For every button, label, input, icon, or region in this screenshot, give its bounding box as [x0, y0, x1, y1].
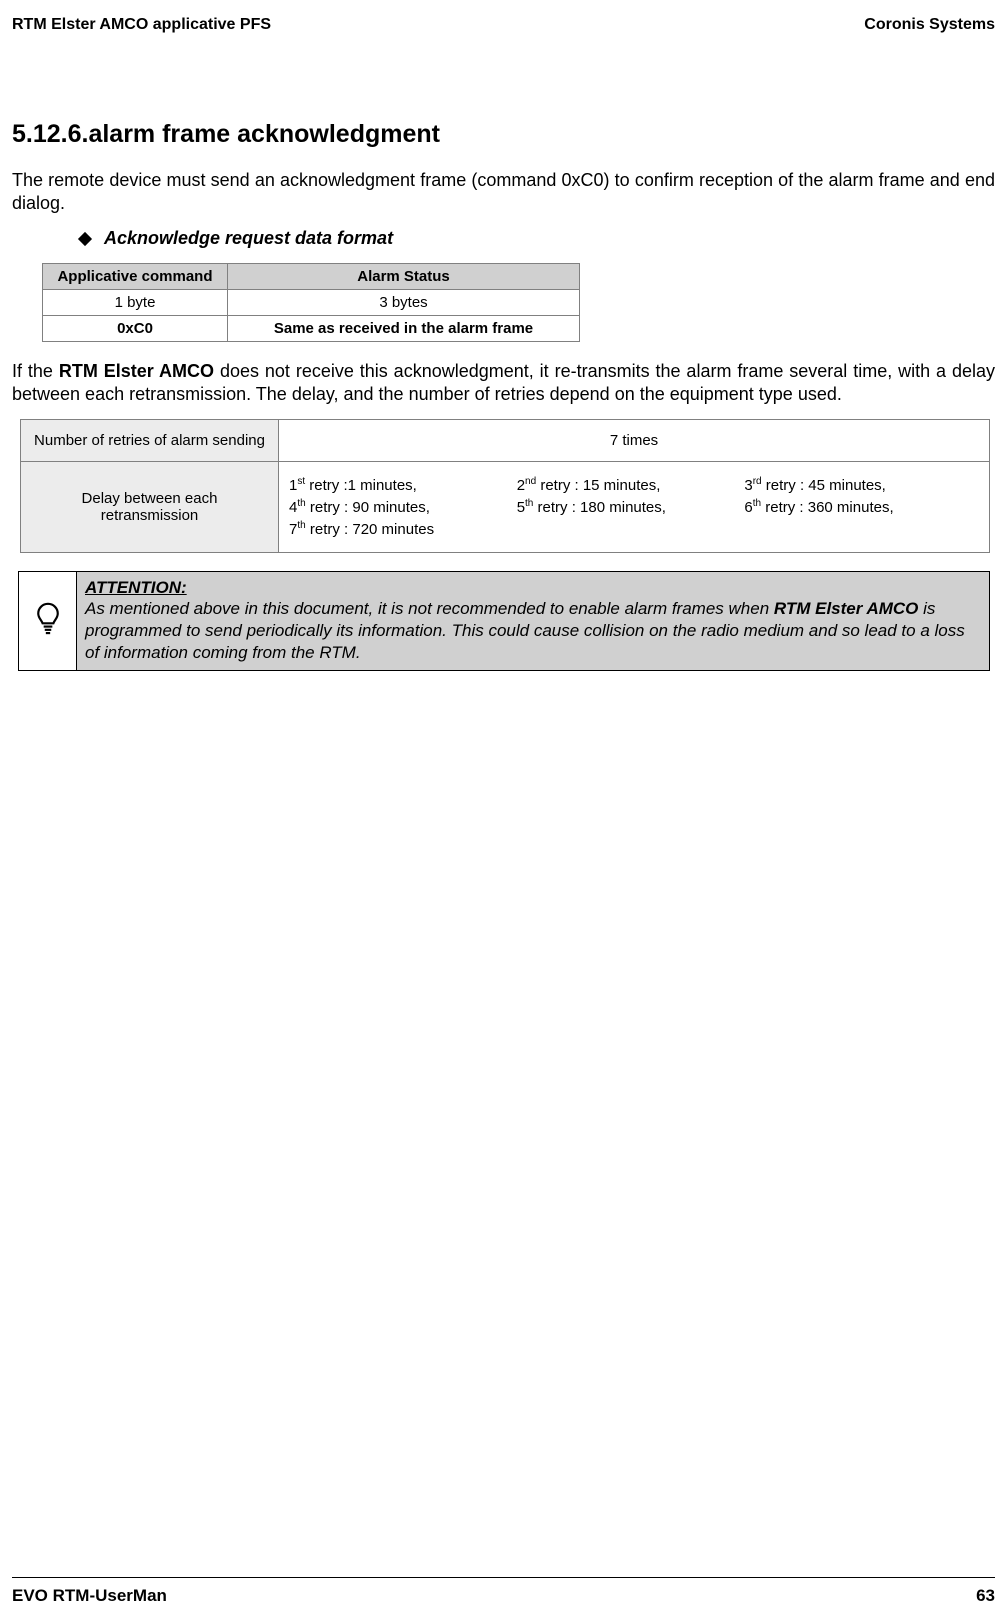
retry-item: 4th retry : 90 minutes,: [289, 496, 517, 518]
note-icon-cell: [19, 572, 77, 671]
table1-cell: 0xC0: [43, 316, 228, 342]
product-name: RTM Elster AMCO: [774, 599, 919, 618]
text: As mentioned above in this document, it …: [85, 599, 774, 618]
ack-format-table: Applicative command Alarm Status 1 byte …: [42, 263, 580, 342]
document-page: RTM Elster AMCO applicative PFS Coronis …: [0, 0, 1007, 1622]
retry-delay-values: 1st retry :1 minutes, 2nd retry : 15 min…: [279, 462, 990, 553]
table1-cell: Same as received in the alarm frame: [228, 316, 580, 342]
section-heading: 5.12.6.alarm frame acknowledgment: [12, 120, 995, 149]
header-left: RTM Elster AMCO applicative PFS: [12, 16, 271, 34]
retry-count-label: Number of retries of alarm sending: [21, 420, 279, 462]
header-right: Coronis Systems: [864, 16, 995, 34]
note-content: ATTENTION: As mentioned above in this do…: [77, 572, 990, 671]
attention-note: ATTENTION: As mentioned above in this do…: [18, 571, 990, 671]
bullet-row: Acknowledge request data format: [80, 228, 995, 249]
page-header: RTM Elster AMCO applicative PFS Coronis …: [0, 16, 1007, 34]
diamond-bullet-icon: [78, 231, 92, 245]
retry-item: 3rd retry : 45 minutes,: [744, 474, 972, 496]
product-name: RTM Elster AMCO: [59, 361, 214, 381]
retry-item: 6th retry : 360 minutes,: [744, 496, 972, 518]
note-body: As mentioned above in this document, it …: [85, 598, 981, 664]
bullet-text: Acknowledge request data format: [104, 228, 393, 249]
table1-cell: 1 byte: [43, 290, 228, 316]
footer-rule: [12, 1577, 995, 1578]
retry-item: 2nd retry : 15 minutes,: [517, 474, 745, 496]
intro-paragraph: The remote device must send an acknowled…: [12, 169, 995, 214]
footer-left: EVO RTM-UserMan: [12, 1586, 167, 1606]
table1-cell: 3 bytes: [228, 290, 580, 316]
retry-table: Number of retries of alarm sending 7 tim…: [20, 419, 990, 553]
note-title: ATTENTION:: [85, 578, 981, 598]
retry-item: 7th retry : 720 minutes: [289, 518, 517, 540]
text: If the: [12, 361, 59, 381]
table1-header-1: Applicative command: [43, 264, 228, 290]
retransmit-paragraph: If the RTM Elster AMCO does not receive …: [12, 360, 995, 405]
footer-page-number: 63: [976, 1586, 995, 1606]
retry-item: 1st retry :1 minutes,: [289, 474, 517, 496]
page-footer: EVO RTM-UserMan 63: [12, 1586, 995, 1606]
main-content: 5.12.6.alarm frame acknowledgment The re…: [12, 120, 995, 671]
retry-delay-label: Delay between each retransmission: [21, 462, 279, 553]
retry-item: 5th retry : 180 minutes,: [517, 496, 745, 518]
table1-header-2: Alarm Status: [228, 264, 580, 290]
retry-count-value: 7 times: [279, 420, 990, 462]
lightbulb-icon: [35, 601, 61, 637]
